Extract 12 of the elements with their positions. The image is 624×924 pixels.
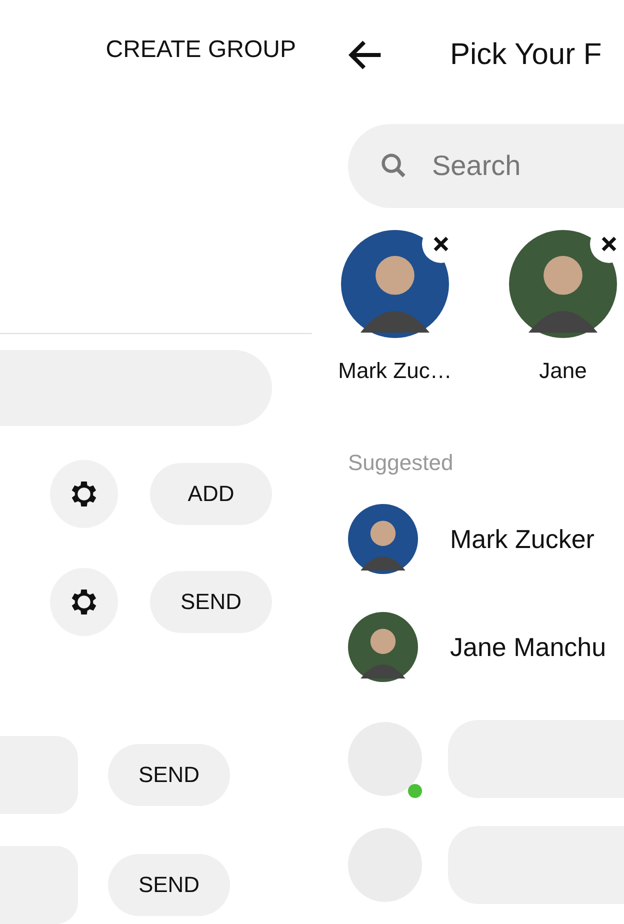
action-button[interactable]: ADD [150, 463, 272, 525]
contact-name: Mark Zuc… [338, 358, 452, 384]
send-button[interactable]: SEND [108, 744, 230, 806]
create-group-button[interactable]: CREATE GROUP [106, 36, 296, 64]
screen-title: Pick Your F [450, 38, 602, 72]
action-button[interactable]: SEND [150, 571, 272, 633]
section-heading: Suggested [348, 450, 454, 476]
contact-name[interactable]: Jane Manchu [450, 632, 606, 662]
contact-name[interactable]: Mark Zucker [450, 524, 594, 554]
send-button[interactable]: SEND [108, 854, 230, 916]
contact-name: Jane [539, 358, 587, 384]
search-field[interactable]: Search [348, 124, 624, 208]
